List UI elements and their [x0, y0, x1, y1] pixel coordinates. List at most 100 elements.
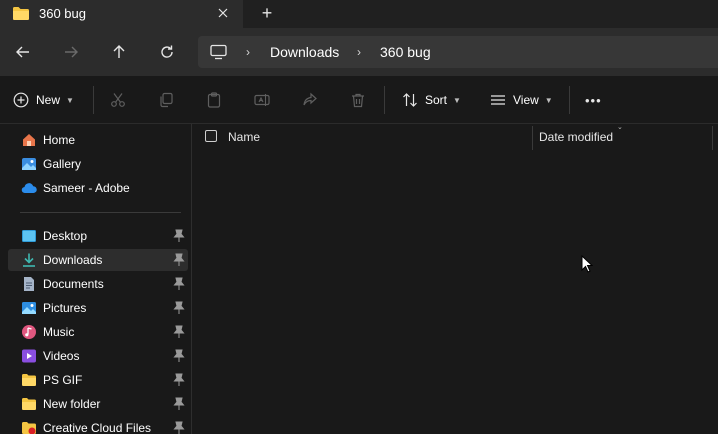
pin-icon[interactable]: [173, 325, 185, 339]
arrow-right-icon: [65, 46, 78, 58]
share-icon: [303, 92, 317, 106]
sort-icon: [403, 93, 417, 107]
breadcrumb-360-bug[interactable]: 360 bug: [380, 44, 431, 60]
chevron-down-icon: ▼: [453, 95, 461, 105]
delete-button[interactable]: [350, 88, 366, 112]
new-label: New: [36, 93, 61, 107]
refresh-button[interactable]: [155, 40, 179, 64]
share-button[interactable]: [302, 88, 318, 112]
folder-icon: [12, 6, 30, 24]
address-bar[interactable]: › Downloads › 360 bug: [198, 36, 718, 68]
breadcrumb-separator[interactable]: ›: [357, 45, 361, 59]
folder-icon: [21, 372, 37, 388]
toolbar-divider: [569, 86, 570, 114]
document-icon: [21, 276, 37, 292]
file-list[interactable]: Name ⌄ Date modified: [193, 124, 718, 434]
home-icon: [21, 132, 37, 148]
trash-icon: [352, 93, 364, 108]
navigation-pane: Home Gallery Sameer - Adobe Desktop Down…: [0, 124, 192, 434]
desktop-icon: [21, 228, 37, 244]
paste-button[interactable]: [206, 88, 222, 112]
close-icon: [218, 8, 228, 18]
tab-title: 360 bug: [39, 6, 86, 21]
new-button[interactable]: New ▼: [13, 88, 74, 112]
sidebar-item-music[interactable]: Music: [8, 321, 188, 343]
sidebar-item-downloads[interactable]: Downloads: [8, 249, 188, 271]
toolbar-divider: [93, 86, 94, 114]
folder-icon: [21, 396, 37, 412]
this-pc-icon[interactable]: [210, 44, 227, 63]
sidebar-item-ps-gif[interactable]: PS GIF: [8, 369, 188, 391]
sidebar-item-sameer-adobe[interactable]: Sameer - Adobe: [8, 177, 188, 199]
pin-icon[interactable]: [173, 349, 185, 363]
pin-icon[interactable]: [173, 277, 185, 291]
tab-360-bug[interactable]: 360 bug: [0, 0, 243, 28]
more-options-button[interactable]: •••: [585, 88, 602, 112]
videos-icon: [21, 348, 37, 364]
sidebar-item-label: Videos: [43, 349, 80, 363]
sidebar-item-label: Documents: [43, 277, 104, 291]
arrow-up-icon: [113, 45, 125, 58]
column-header-date-modified[interactable]: Date modified: [539, 130, 613, 144]
sort-indicator-icon: ⌄: [617, 124, 623, 131]
gallery-icon: [21, 156, 37, 172]
view-button[interactable]: View ▼: [490, 88, 553, 112]
close-tab-button[interactable]: [214, 4, 232, 22]
sidebar-item-label: Gallery: [43, 157, 82, 171]
mouse-cursor-icon: [581, 254, 594, 276]
column-resize-handle[interactable]: [532, 126, 533, 150]
select-all-checkbox[interactable]: [205, 130, 217, 142]
sidebar-item-gallery[interactable]: Gallery: [8, 153, 188, 175]
new-tab-button[interactable]: +: [258, 3, 276, 23]
sort-button[interactable]: Sort ▼: [402, 88, 461, 112]
address-row: › Downloads › 360 bug: [0, 28, 718, 76]
pin-icon[interactable]: [173, 373, 185, 387]
cut-button[interactable]: [110, 88, 126, 112]
arrow-left-icon: [16, 46, 29, 58]
breadcrumb-downloads[interactable]: Downloads: [270, 44, 339, 60]
toolbar-divider: [384, 86, 385, 114]
pin-icon[interactable]: [173, 253, 185, 267]
sidebar-item-label: Downloads: [43, 253, 103, 267]
pin-icon[interactable]: [173, 397, 185, 411]
pictures-icon: [21, 300, 37, 316]
chevron-down-icon: ▼: [544, 95, 553, 105]
sidebar-item-new-folder[interactable]: New folder: [8, 393, 188, 415]
sidebar-item-label: Creative Cloud Files: [43, 421, 152, 434]
cloud-icon: [21, 180, 37, 196]
title-bar: 360 bug +: [0, 0, 718, 28]
breadcrumb-separator[interactable]: ›: [246, 45, 250, 59]
rename-icon: [254, 94, 270, 106]
chevron-down-icon: ▼: [66, 95, 74, 105]
pin-icon[interactable]: [173, 229, 185, 243]
sidebar-item-documents[interactable]: Documents: [8, 273, 188, 295]
clipboard-icon: [207, 92, 221, 108]
column-header-name[interactable]: Name: [228, 130, 260, 144]
sidebar-divider: [20, 212, 181, 213]
copy-button[interactable]: [158, 88, 174, 112]
sidebar-item-label: Home: [43, 133, 76, 147]
up-button[interactable]: [107, 40, 131, 64]
sort-label: Sort: [425, 93, 448, 107]
sidebar-item-desktop[interactable]: Desktop: [8, 225, 188, 247]
sidebar-item-pictures[interactable]: Pictures: [8, 297, 188, 319]
sidebar-item-videos[interactable]: Videos: [8, 345, 188, 367]
pin-icon[interactable]: [173, 301, 185, 315]
sidebar-item-label: Sameer - Adobe: [43, 181, 130, 195]
sidebar-item-home[interactable]: Home: [8, 129, 188, 151]
column-resize-handle[interactable]: [712, 126, 713, 150]
command-bar: New ▼ Sort ▼ View ▼ •••: [0, 76, 718, 124]
music-icon: [21, 324, 37, 340]
back-button[interactable]: [11, 40, 35, 64]
forward-button[interactable]: [59, 40, 83, 64]
refresh-icon: [161, 45, 173, 58]
sidebar-item-label: Music: [43, 325, 75, 339]
download-icon: [21, 252, 37, 268]
rename-button[interactable]: [254, 88, 270, 112]
plus-circle-icon: [13, 92, 29, 108]
view-list-icon: [491, 95, 505, 105]
sidebar-item-creative-cloud-files[interactable]: Creative Cloud Files: [8, 417, 188, 434]
sidebar-item-label: Pictures: [43, 301, 87, 315]
pin-icon[interactable]: [173, 421, 185, 434]
sidebar-item-label: New folder: [43, 397, 101, 411]
